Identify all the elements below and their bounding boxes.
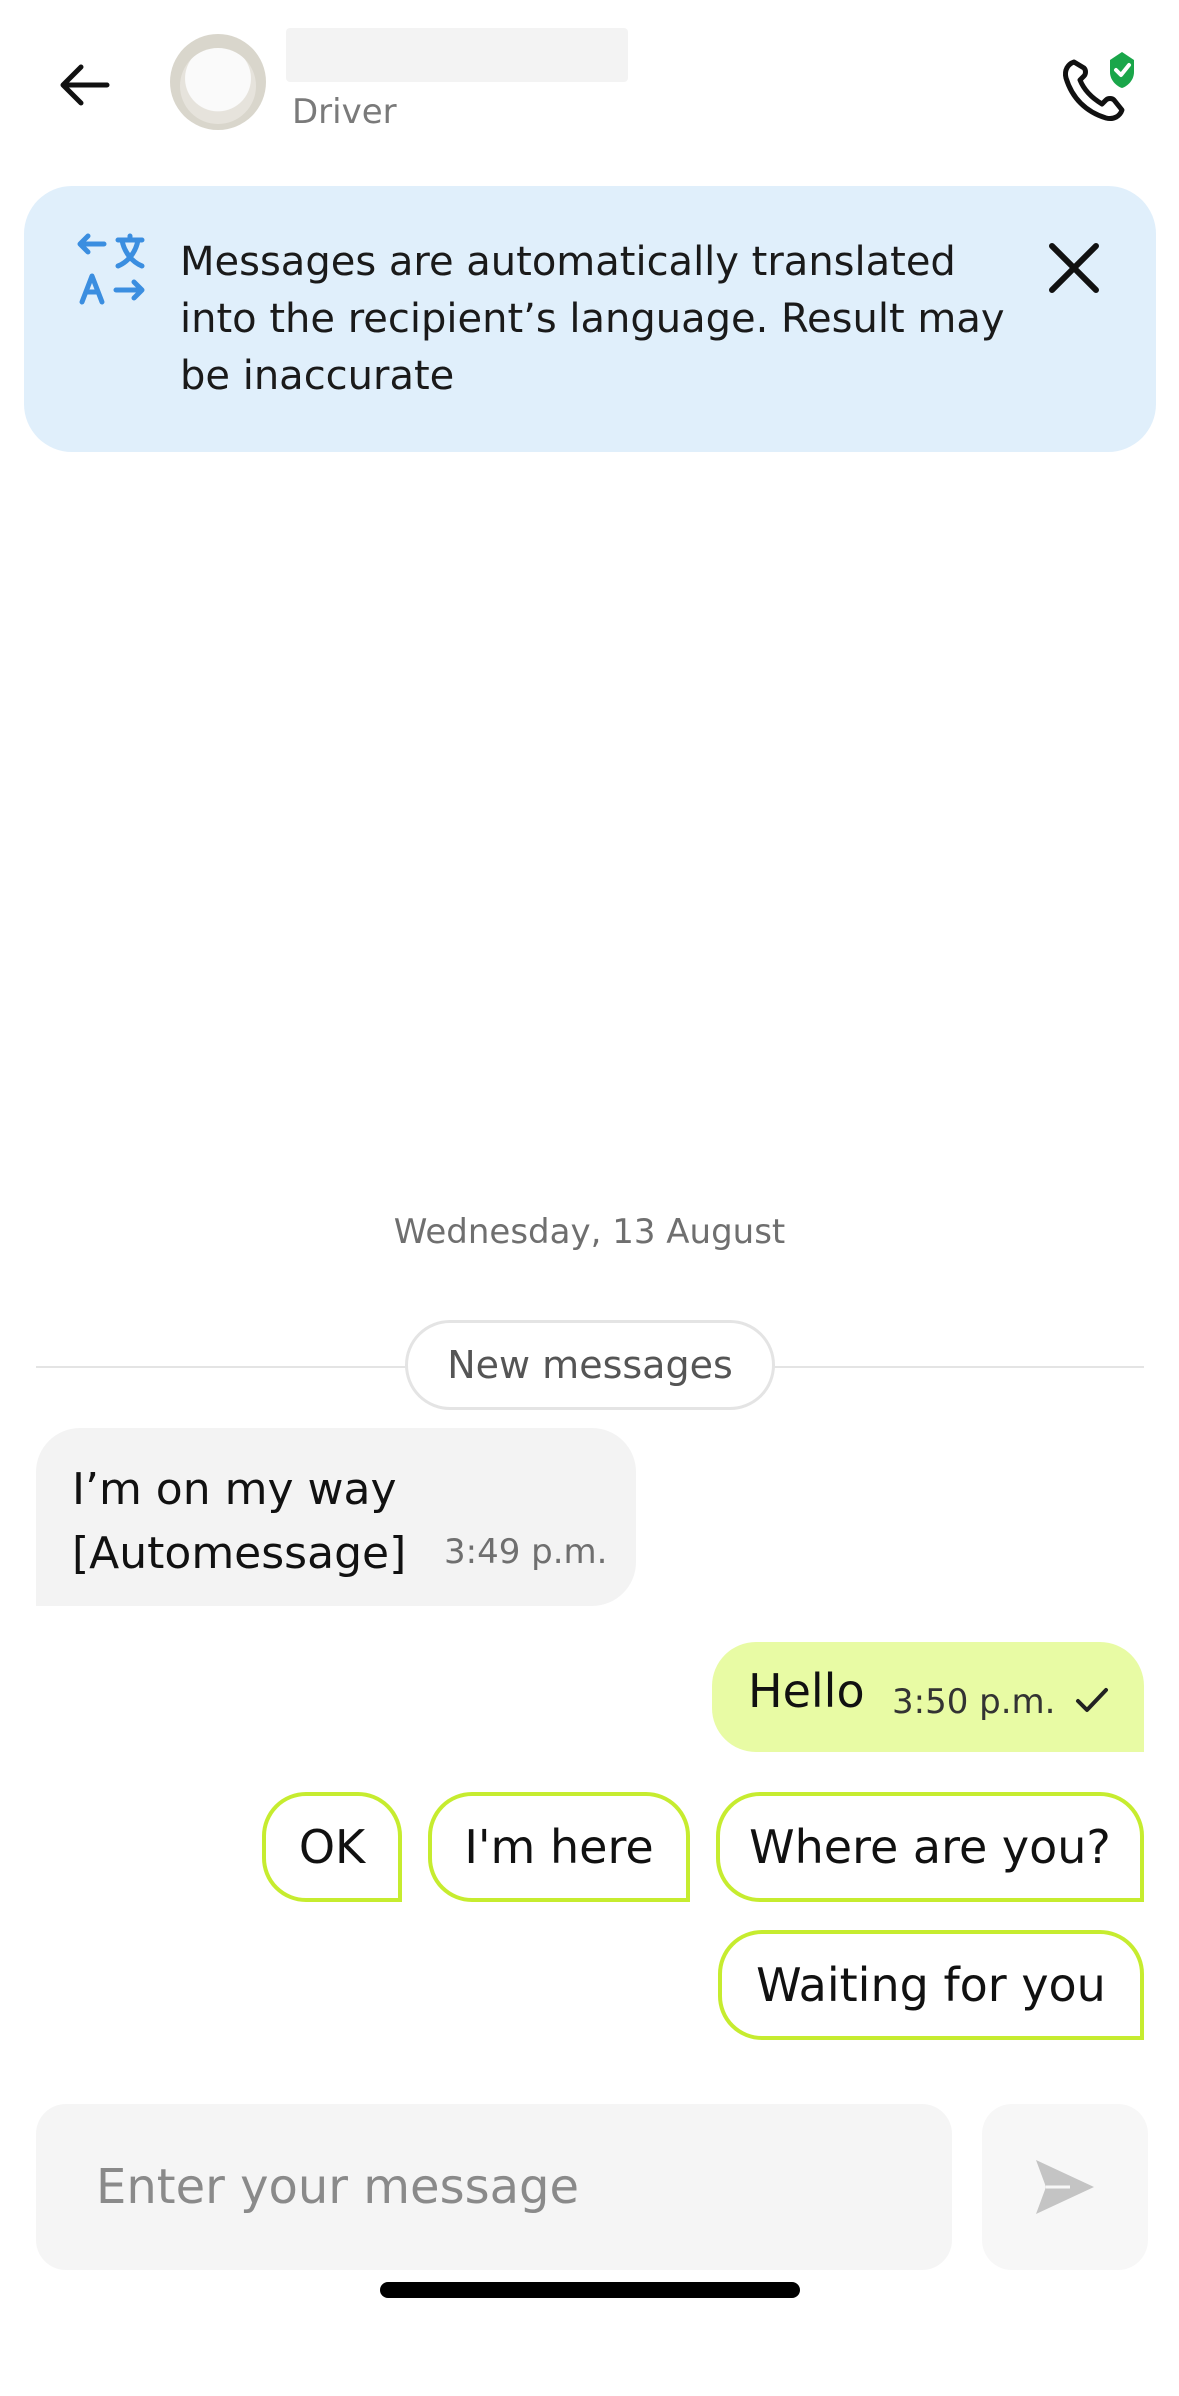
driver-name-redacted [286, 28, 628, 82]
driver-role-label: Driver [292, 92, 397, 132]
translation-banner: Messages are automatically translated in… [24, 186, 1156, 452]
home-indicator [380, 2282, 800, 2298]
message-input[interactable] [36, 2104, 952, 2270]
chat-date-label: Wednesday, 13 August [393, 1212, 786, 1252]
new-messages-pill: New messages [405, 1320, 775, 1410]
close-icon [1049, 243, 1099, 293]
send-button[interactable] [982, 2104, 1148, 2270]
incoming-message-time: 3:49 p.m. [444, 1532, 608, 1572]
phone-verified-icon [1063, 52, 1134, 121]
translate-icon [77, 233, 145, 305]
translation-notice-text: Messages are automatically translated in… [180, 239, 1005, 399]
quick-reply-waiting-for-you[interactable]: Waiting for you [718, 1930, 1144, 2040]
message-composer [0, 2076, 1179, 2396]
quick-reply-im-here[interactable]: I'm here [428, 1792, 690, 1902]
outgoing-message-bubble[interactable]: Hello 3:50 p.m. [712, 1642, 1144, 1752]
sent-check-icon [1076, 1688, 1108, 1712]
driver-avatar[interactable] [170, 34, 266, 130]
back-button[interactable] [40, 40, 130, 130]
chat-screen: Driver Messages are automatically transl… [0, 0, 1179, 2396]
quick-reply-where-are-you[interactable]: Where are you? [716, 1792, 1144, 1902]
send-icon [1036, 2160, 1094, 2214]
call-button[interactable] [1052, 40, 1142, 130]
outgoing-message-text: Hello [748, 1664, 865, 1718]
arrow-left-icon [60, 64, 110, 106]
chat-header: Driver [0, 0, 1179, 170]
quick-reply-ok[interactable]: OK [262, 1792, 402, 1902]
outgoing-message-time: 3:50 p.m. [892, 1682, 1056, 1722]
banner-close-button[interactable] [1034, 228, 1114, 308]
incoming-message-bubble[interactable]: I’m on my way [Automessage] 3:49 p.m. [36, 1428, 636, 1606]
